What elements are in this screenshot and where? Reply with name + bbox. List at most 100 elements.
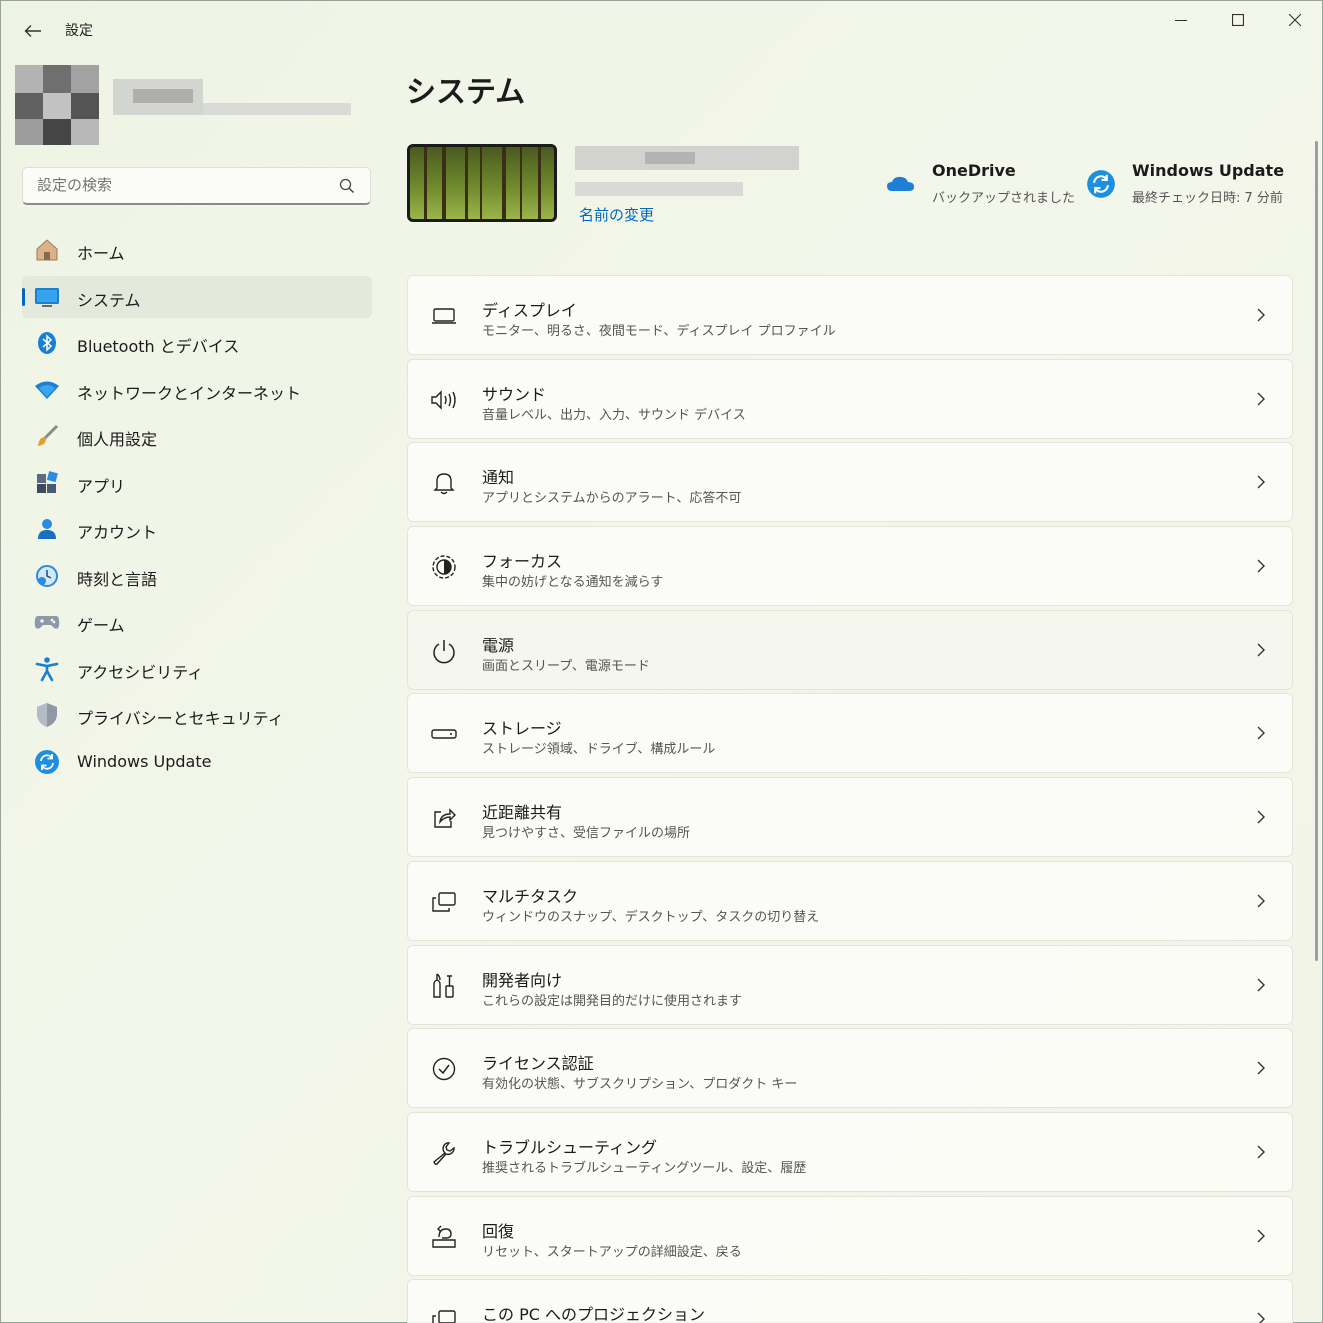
setting-subtitle: 見つけやすさ、受信ファイルの場所 (482, 826, 691, 842)
sidebar-item-label: アカウント (77, 523, 158, 542)
activation-icon (430, 1055, 458, 1083)
minimize-button[interactable] (1157, 5, 1205, 35)
setting-title: 電源 (482, 635, 515, 655)
search-box[interactable] (22, 167, 371, 205)
chevron-right-icon (1257, 1229, 1265, 1243)
sidebar-item-label: ホーム (77, 244, 125, 263)
system-icon (34, 285, 60, 309)
setting-row-power[interactable]: 電源 画面とスリープ、電源モード (407, 609, 1293, 690)
setting-row-display[interactable]: ディスプレイ モニター、明るさ、夜間モード、ディスプレイ プロファイル (407, 275, 1293, 355)
network-icon (34, 378, 60, 402)
bluetooth-icon (34, 331, 60, 355)
profile-name-redacted (113, 79, 351, 119)
windows-update-subtitle: 最終チェック日時: 7 分前 (1132, 191, 1283, 206)
scrollbar[interactable] (1315, 141, 1318, 961)
recovery-icon (430, 1223, 458, 1251)
setting-title: 回復 (482, 1221, 515, 1241)
sidebar-item-label: ネットワークとインターネット (77, 383, 302, 403)
storage-icon (430, 720, 458, 748)
setting-row-storage[interactable]: ストレージ ストレージ領域、ドライブ、構成ルール (407, 693, 1293, 774)
sidebar-item-home[interactable]: ホーム (22, 229, 372, 271)
setting-subtitle: リセット、スタートアップの詳細設定、戻る (482, 1244, 742, 1260)
personalization-icon (34, 424, 60, 448)
onedrive-icon (887, 176, 914, 191)
sidebar-item-privacy[interactable]: プライバシーとセキュリティ (22, 694, 372, 736)
close-button[interactable] (1271, 5, 1319, 35)
chevron-right-icon (1257, 1312, 1265, 1323)
setting-subtitle: モニター、明るさ、夜間モード、ディスプレイ プロファイル (482, 324, 836, 339)
search-input[interactable] (37, 176, 327, 194)
sidebar-item-network[interactable]: ネットワークとインターネット (22, 369, 372, 411)
troubleshoot-icon (430, 1139, 458, 1167)
search-icon[interactable] (338, 177, 356, 195)
setting-title: この PC へのプロジェクション (482, 1305, 705, 1323)
display-icon (430, 302, 458, 330)
setting-title: トラブルシューティング (482, 1137, 658, 1157)
sidebar-item-label: Bluetooth とデバイス (77, 337, 240, 356)
sidebar-item-system[interactable]: システム (22, 275, 372, 318)
notification-icon (430, 469, 458, 497)
sidebar-item-accessibility[interactable]: アクセシビリティ (22, 648, 372, 690)
chevron-right-icon (1257, 643, 1265, 657)
setting-row-nearby-share[interactable]: 近距離共有 見つけやすさ、受信ファイルの場所 (407, 777, 1293, 858)
chevron-right-icon (1257, 1145, 1265, 1159)
setting-subtitle: ストレージ領域、ドライブ、構成ルール (482, 742, 716, 758)
setting-title: ディスプレイ (482, 301, 577, 320)
settings-window: 設定 ホーム (0, 0, 1323, 1323)
device-name-redacted (575, 146, 811, 206)
setting-title: ストレージ (482, 719, 562, 739)
sidebar-item-label: Windows Update (77, 751, 212, 771)
chevron-right-icon (1257, 894, 1265, 908)
setting-subtitle: 有効化の状態、サブスクリプション、プロダクト キー (482, 1077, 798, 1093)
sidebar-item-label: プライバシーとセキュリティ (77, 709, 284, 728)
setting-row-developers[interactable]: 開発者向け これらの設定は開発目的だけに使用されます (407, 944, 1293, 1025)
privacy-icon (34, 703, 60, 727)
setting-subtitle: これらの設定は開発目的だけに使用されます (482, 993, 743, 1009)
chevron-right-icon (1257, 475, 1265, 489)
windows-update-title: Windows Update (1132, 161, 1285, 180)
setting-title: マルチタスク (482, 886, 579, 906)
sidebar-item-personalization[interactable]: 個人用設定 (22, 415, 372, 457)
sidebar-item-time-language[interactable]: 時刻と言語 (22, 555, 372, 597)
gaming-icon (34, 610, 60, 634)
setting-title: 近距離共有 (482, 803, 563, 823)
sidebar-nav: ホーム システム Bluetooth とデバイス ネットワークとインターネット … (22, 229, 372, 787)
setting-row-recovery[interactable]: 回復 リセット、スタートアップの詳細設定、戻る (407, 1195, 1293, 1276)
setting-row-focus[interactable]: フォーカス 集中の妨げとなる通知を減らす (407, 526, 1293, 607)
setting-title: フォーカス (482, 552, 563, 572)
sidebar-item-label: システム (77, 290, 141, 310)
sidebar-item-label: 時刻と言語 (77, 569, 158, 589)
sidebar-item-accounts[interactable]: アカウント (22, 508, 372, 550)
setting-subtitle: 音量レベル、出力、入力、サウンド デバイス (482, 407, 746, 423)
avatar[interactable] (15, 65, 99, 145)
sidebar-item-label: ゲーム (77, 616, 125, 635)
setting-row-multitasking[interactable]: マルチタスク ウィンドウのスナップ、デスクトップ、タスクの切り替え (407, 860, 1293, 941)
close-icon (1289, 14, 1301, 26)
sidebar-item-label: アプリ (77, 476, 126, 496)
sound-icon (430, 386, 458, 414)
projection-icon (430, 1306, 458, 1323)
maximize-icon (1232, 14, 1244, 26)
setting-title: 開発者向け (482, 970, 563, 990)
windows-update-icon (1087, 170, 1115, 198)
setting-row-notifications[interactable]: 通知 アプリとシステムからのアラート、応答不可 (407, 442, 1293, 523)
sidebar-item-gaming[interactable]: ゲーム (22, 601, 372, 643)
chevron-right-icon (1257, 1061, 1265, 1075)
back-button[interactable] (17, 15, 49, 47)
apps-icon (34, 470, 60, 495)
onedrive-title: OneDrive (932, 161, 1016, 180)
sidebar-item-apps[interactable]: アプリ (22, 462, 372, 504)
developer-icon (430, 972, 458, 1000)
multitasking-icon (430, 888, 458, 916)
setting-subtitle: アプリとシステムからのアラート、応答不可 (482, 491, 742, 507)
chevron-right-icon (1257, 810, 1265, 824)
onedrive-subtitle: バックアップされました (932, 191, 1076, 206)
setting-row-activation[interactable]: ライセンス認証 有効化の状態、サブスクリプション、プロダクト キー (407, 1028, 1293, 1109)
rename-link[interactable]: 名前の変更 (579, 204, 654, 225)
setting-row-projection[interactable]: この PC へのプロジェクション (407, 1279, 1293, 1323)
setting-row-sound[interactable]: サウンド 音量レベル、出力、入力、サウンド デバイス (407, 358, 1293, 439)
maximize-button[interactable] (1214, 5, 1262, 35)
sidebar-item-windows-update[interactable]: Windows Update (22, 741, 372, 783)
setting-row-troubleshoot[interactable]: トラブルシューティング 推奨されるトラブルシューティングツール、設定、履歴 (407, 1111, 1293, 1192)
sidebar-item-bluetooth[interactable]: Bluetooth とデバイス (22, 322, 372, 364)
